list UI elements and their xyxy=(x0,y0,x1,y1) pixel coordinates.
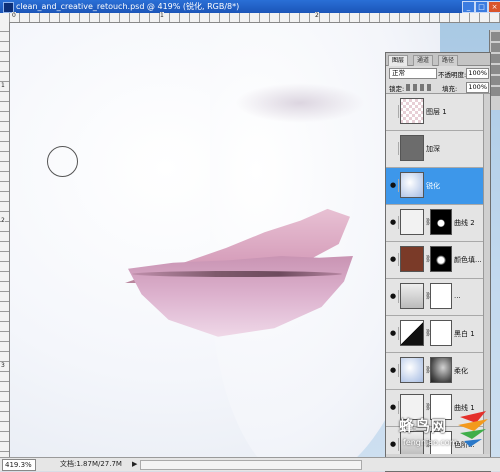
dock-icon[interactable] xyxy=(491,76,500,85)
layer-thumbnail[interactable] xyxy=(400,246,424,272)
document-info: 文档:1.87M/27.7M xyxy=(60,460,122,468)
lock-icons[interactable] xyxy=(406,84,434,91)
ruler-label: 1 xyxy=(160,12,164,19)
layer-thumbnail[interactable] xyxy=(400,209,424,235)
close-button[interactable]: × xyxy=(488,1,500,13)
tab-channels[interactable]: 通道 xyxy=(413,55,434,66)
ruler-label: 2 xyxy=(1,217,5,224)
lock-label: 锁定: xyxy=(389,85,405,93)
watermark: 蜂鸟网 fengniao.com xyxy=(383,403,498,463)
eye-icon[interactable] xyxy=(388,142,399,155)
fill-input[interactable]: 100% xyxy=(466,82,489,93)
layer-thumbnail[interactable] xyxy=(400,320,424,346)
ruler-label: 0 xyxy=(12,12,16,19)
opacity-input[interactable]: 100% xyxy=(466,68,489,79)
panel-tabs: 图层 通道 路径 xyxy=(386,53,490,66)
fill-label: 填充: xyxy=(442,85,458,93)
opacity-label: 不透明度: xyxy=(438,71,467,79)
eye-icon[interactable]: ● xyxy=(388,216,399,229)
ruler-horizontal[interactable]: 0 1 2 xyxy=(0,12,500,23)
maximize-button[interactable]: □ xyxy=(475,1,488,13)
horizontal-scrollbar[interactable] xyxy=(140,460,362,470)
zoom-field[interactable]: 419.3% xyxy=(2,459,36,471)
layer-thumbnail[interactable] xyxy=(400,135,424,161)
layer-thumbnail[interactable] xyxy=(400,357,424,383)
layer-name: 黑白 1 xyxy=(454,330,475,338)
lock-row: 锁定: 填充: 100% xyxy=(386,81,490,94)
layer-row[interactable]: ●⛓曲线 2 xyxy=(386,205,490,242)
layer-row[interactable]: ●⛓柔化 xyxy=(386,353,490,390)
eye-icon[interactable] xyxy=(388,105,399,118)
ruler-vertical[interactable]: 1 2 3 xyxy=(0,22,10,457)
layer-row[interactable]: 图层 1 xyxy=(386,94,490,131)
eye-icon[interactable]: ● xyxy=(388,179,399,192)
ruler-label: 2 xyxy=(315,12,319,19)
minimize-button[interactable]: _ xyxy=(462,1,475,13)
watermark-url: fengniao.com xyxy=(403,438,458,447)
layer-name: 柔化 xyxy=(454,367,468,375)
eye-icon[interactable]: ● xyxy=(388,253,399,266)
layer-name: 加深 xyxy=(426,145,440,153)
layers-scrollbar[interactable] xyxy=(483,94,490,454)
lip-line xyxy=(132,271,342,277)
layer-row[interactable]: ●⛓... xyxy=(386,279,490,316)
window-title-bar: clean_and_creative_retouch.psd @ 419% (锐… xyxy=(0,0,500,13)
nose-shadow xyxy=(235,83,365,123)
brush-cursor xyxy=(47,146,78,177)
layer-name: 图层 1 xyxy=(426,108,447,116)
layer-row[interactable]: ●⛓颜色填... xyxy=(386,242,490,279)
window-title: clean_and_creative_retouch.psd @ 419% (锐… xyxy=(16,2,240,11)
layer-row[interactable]: ● 锐化 xyxy=(386,168,490,205)
ruler-label: 3 xyxy=(1,362,5,369)
layer-thumbnail[interactable] xyxy=(400,98,424,124)
layer-name: ... xyxy=(454,292,461,300)
dock-icon[interactable] xyxy=(491,54,500,63)
layer-thumbnail[interactable] xyxy=(400,172,424,198)
layer-row[interactable]: ●⛓黑白 1 xyxy=(386,316,490,353)
layer-name: 锐化 xyxy=(426,182,440,190)
dock-icon[interactable] xyxy=(491,43,500,52)
tab-layers[interactable]: 图层 xyxy=(388,55,409,66)
layer-name: 曲线 2 xyxy=(454,219,475,227)
blend-mode-select[interactable]: 正常 xyxy=(389,68,437,79)
dock-icon[interactable] xyxy=(491,87,500,96)
hummingbird-logo-icon xyxy=(458,411,488,447)
layer-mask-thumbnail[interactable] xyxy=(430,283,452,309)
watermark-text: 蜂鸟网 xyxy=(399,417,448,435)
layer-mask-thumbnail[interactable] xyxy=(430,320,452,346)
layer-mask-thumbnail[interactable] xyxy=(430,209,452,235)
layer-row[interactable]: 加深 xyxy=(386,131,490,168)
eye-icon[interactable]: ● xyxy=(388,364,399,377)
status-menu-arrow[interactable]: ▶ xyxy=(132,458,137,471)
dock-icon[interactable] xyxy=(491,65,500,74)
ruler-label: 1 xyxy=(1,82,5,89)
dock-icon[interactable] xyxy=(491,32,500,41)
layer-name: 颜色填... xyxy=(454,256,482,264)
layer-mask-thumbnail[interactable] xyxy=(430,246,452,272)
layer-thumbnail[interactable] xyxy=(400,283,424,309)
eye-icon[interactable]: ● xyxy=(388,290,399,303)
tab-paths[interactable]: 路径 xyxy=(438,55,459,66)
blend-row: 正常 不透明度: 100% xyxy=(386,66,490,80)
eye-icon[interactable]: ● xyxy=(388,327,399,340)
layer-mask-thumbnail[interactable] xyxy=(430,357,452,383)
